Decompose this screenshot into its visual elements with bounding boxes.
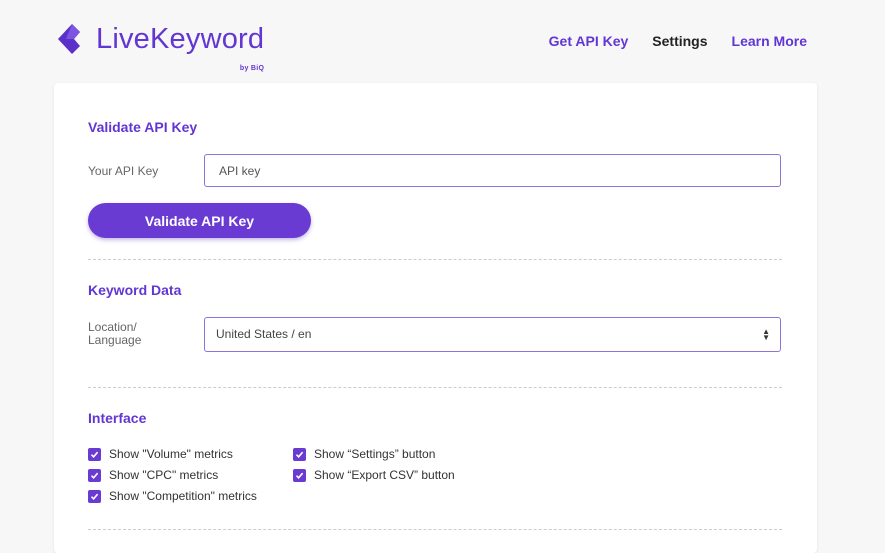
select-arrows-icon: ▲ ▼ bbox=[762, 326, 770, 342]
checkbox-checked-icon[interactable] bbox=[88, 489, 101, 503]
nav-get-api-key[interactable]: Get API Key bbox=[549, 33, 629, 49]
validate-api-key-button[interactable]: Validate API Key bbox=[88, 203, 311, 238]
checkbox-checked-icon[interactable] bbox=[88, 447, 101, 461]
option-label: Show "Competition" metrics bbox=[109, 489, 257, 503]
api-key-input[interactable] bbox=[204, 154, 781, 187]
top-bar: LiveKeyword by BiQ Get API Key Settings … bbox=[0, 0, 885, 82]
divider bbox=[88, 259, 782, 260]
divider bbox=[88, 387, 782, 388]
top-nav: Get API Key Settings Learn More bbox=[549, 33, 807, 49]
interface-title: Interface bbox=[88, 410, 147, 426]
option-label: Show "CPC" metrics bbox=[109, 468, 219, 482]
logo[interactable]: LiveKeyword by BiQ bbox=[54, 22, 264, 72]
option-label: Show "Volume" metrics bbox=[109, 447, 233, 461]
nav-learn-more[interactable]: Learn More bbox=[732, 33, 807, 49]
divider bbox=[88, 529, 782, 530]
logo-text: LiveKeyword by BiQ bbox=[96, 22, 264, 72]
nav-settings[interactable]: Settings bbox=[652, 33, 707, 49]
option-export-csv-button[interactable]: Show “Export CSV” button bbox=[293, 468, 455, 482]
api-key-label: Your API Key bbox=[88, 164, 159, 178]
checkbox-checked-icon[interactable] bbox=[88, 468, 101, 482]
option-competition-metrics[interactable]: Show "Competition" metrics bbox=[88, 489, 257, 503]
validate-api-key-title: Validate API Key bbox=[88, 119, 198, 135]
logo-by-text: by BiQ bbox=[239, 65, 265, 72]
option-volume-metrics[interactable]: Show "Volume" metrics bbox=[88, 447, 233, 461]
option-cpc-metrics[interactable]: Show "CPC" metrics bbox=[88, 468, 218, 482]
livekeyword-logo-icon bbox=[58, 24, 80, 54]
location-language-select[interactable]: United States / en ▲ ▼ bbox=[204, 317, 781, 352]
keyword-data-title: Keyword Data bbox=[88, 282, 182, 298]
settings-card: Validate API Key Your API Key Validate A… bbox=[54, 83, 817, 553]
location-language-value: United States / en bbox=[216, 327, 312, 341]
option-label: Show “Export CSV” button bbox=[314, 468, 455, 482]
option-settings-button[interactable]: Show “Settings” button bbox=[293, 447, 435, 461]
checkbox-checked-icon[interactable] bbox=[293, 468, 306, 482]
checkbox-checked-icon[interactable] bbox=[293, 447, 306, 461]
option-label: Show “Settings” button bbox=[314, 447, 436, 461]
location-language-label: Location/ Language bbox=[88, 320, 142, 347]
